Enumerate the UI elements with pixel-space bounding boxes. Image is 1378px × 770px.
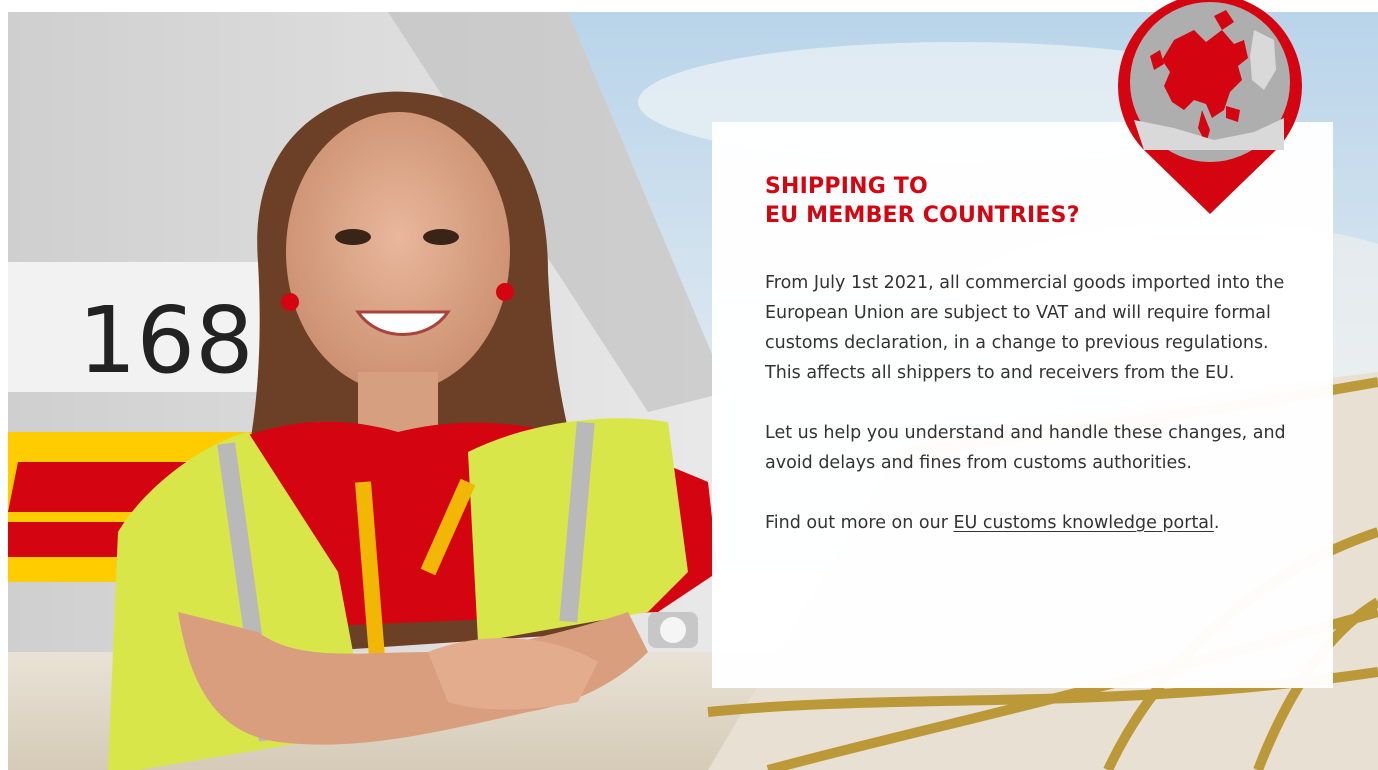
europe-map-pin-icon [1114, 0, 1306, 214]
card-paragraph-help: Let us help you understand and handle th… [765, 423, 1286, 473]
map-pin-graphic [1118, 0, 1302, 214]
card-paragraph-vat: From July 1st 2021, all commercial goods… [765, 273, 1285, 383]
card-body: From July 1st 2021, all commercial goods… [765, 268, 1305, 538]
more-suffix: . [1213, 513, 1220, 533]
more-prefix: Find out more on our [765, 513, 954, 533]
eu-customs-portal-link[interactable]: EU customs knowledge portal [953, 513, 1213, 533]
card-paragraph-more: Find out more on our EU customs knowledg… [765, 508, 1305, 538]
